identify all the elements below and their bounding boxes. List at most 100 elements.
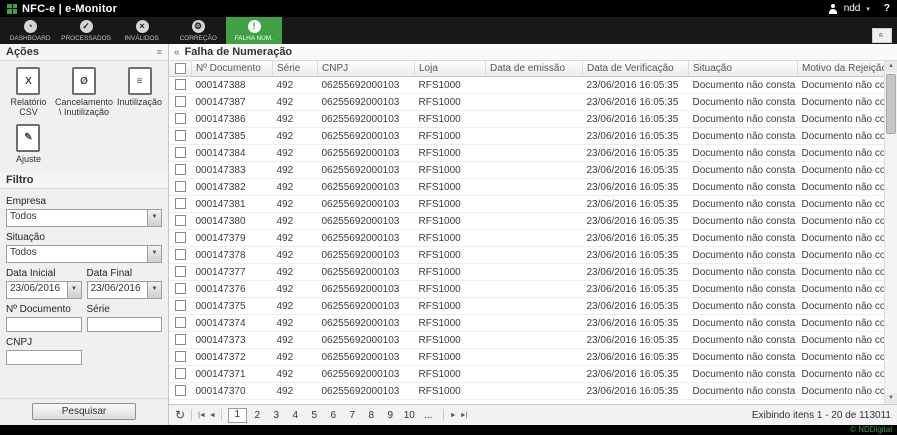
table-cell: Documento não consta na base xyxy=(689,332,798,349)
row-checkbox[interactable] xyxy=(175,368,186,379)
table-row[interactable]: 00014738249206255692000103RFS100023/06/2… xyxy=(169,179,885,196)
table-row[interactable]: 00014737649206255692000103RFS100023/06/2… xyxy=(169,281,885,298)
table-row[interactable]: 00014738649206255692000103RFS100023/06/2… xyxy=(169,111,885,128)
row-checkbox[interactable] xyxy=(175,300,186,311)
next-page-icon[interactable]: ► xyxy=(450,412,456,419)
num-documento-input[interactable] xyxy=(6,317,82,332)
table-cell: 000147379 xyxy=(192,230,273,247)
actions-menu-icon[interactable]: ≡ xyxy=(157,47,162,57)
row-checkbox[interactable] xyxy=(175,164,186,175)
serie-input[interactable] xyxy=(87,317,163,332)
row-checkbox[interactable] xyxy=(175,181,186,192)
table-row[interactable]: 00014737749206255692000103RFS100023/06/2… xyxy=(169,264,885,281)
chevron-down-icon[interactable]: ▾ xyxy=(866,5,870,13)
row-checkbox[interactable] xyxy=(175,385,186,396)
refresh-icon[interactable]: ↻ xyxy=(175,409,185,421)
cnpj-input[interactable] xyxy=(6,350,82,365)
column-header[interactable]: Motivo da Rejeição xyxy=(798,61,885,77)
tab-correcao[interactable]: ⚙CORREÇÃO xyxy=(170,17,226,44)
table-cell xyxy=(486,128,583,145)
page-2[interactable]: 2 xyxy=(249,409,266,422)
row-checkbox[interactable] xyxy=(175,198,186,209)
table-cell: Documento não consta na base xyxy=(798,111,885,128)
table-row[interactable]: 00014737549206255692000103RFS100023/06/2… xyxy=(169,298,885,315)
row-checkbox[interactable] xyxy=(175,334,186,345)
column-header[interactable]: Data de emissão xyxy=(486,61,583,77)
table-row[interactable]: 00014737349206255692000103RFS100023/06/2… xyxy=(169,332,885,349)
table-cell: Documento não consta na base xyxy=(798,196,885,213)
data-inicial-picker[interactable]: 23/06/2016 ▼ xyxy=(6,281,82,299)
tab-invalidos[interactable]: ×INVÁLIDOS xyxy=(114,17,170,44)
page-4[interactable]: 4 xyxy=(287,409,304,422)
vertical-scrollbar[interactable]: ▲ ▼ xyxy=(884,61,897,404)
user-menu[interactable]: ndd xyxy=(844,3,861,14)
row-checkbox[interactable] xyxy=(175,232,186,243)
row-checkbox[interactable] xyxy=(175,79,186,90)
collapse-ribbon-icon[interactable]: « xyxy=(872,28,892,43)
user-icon xyxy=(828,4,838,14)
scrollbar-thumb[interactable] xyxy=(886,74,896,134)
row-checkbox[interactable] xyxy=(175,266,186,277)
page-5[interactable]: 5 xyxy=(306,409,323,422)
row-checkbox[interactable] xyxy=(175,351,186,362)
scroll-down-icon[interactable]: ▼ xyxy=(885,393,897,404)
table-row[interactable]: 00014737849206255692000103RFS100023/06/2… xyxy=(169,247,885,264)
column-header[interactable]: Data de Verificação xyxy=(583,61,689,77)
page-8[interactable]: 8 xyxy=(363,409,380,422)
action-relatorio-csv[interactable]: XRelatório CSV xyxy=(4,67,53,118)
tab-dashboard[interactable]: ◔DASHBOARD xyxy=(2,17,58,44)
row-checkbox[interactable] xyxy=(175,147,186,158)
column-header[interactable]: Série xyxy=(273,61,318,77)
situacao-select[interactable]: Todos ▼ xyxy=(6,245,162,263)
table-cell: 492 xyxy=(273,196,318,213)
column-header[interactable]: CNPJ xyxy=(318,61,415,77)
edit-file-icon: ✎ xyxy=(16,124,40,152)
row-checkbox[interactable] xyxy=(175,317,186,328)
action-inutilizacao[interactable]: ≡Inutilização xyxy=(115,67,164,118)
column-header[interactable]: Loja xyxy=(415,61,486,77)
collapse-panel-icon[interactable]: « xyxy=(174,47,180,58)
table-cell: 06255692000103 xyxy=(318,349,415,366)
empresa-select[interactable]: Todos ▼ xyxy=(6,209,162,227)
table-row[interactable]: 00014738749206255692000103RFS100023/06/2… xyxy=(169,94,885,111)
row-checkbox[interactable] xyxy=(175,249,186,260)
prev-page-icon[interactable]: ◄ xyxy=(209,412,215,419)
data-final-picker[interactable]: 23/06/2016 ▼ xyxy=(87,281,163,299)
tab-label: INVÁLIDOS xyxy=(125,35,159,41)
page-3[interactable]: 3 xyxy=(268,409,285,422)
table-row[interactable]: 00014738149206255692000103RFS100023/06/2… xyxy=(169,196,885,213)
table-row[interactable]: 00014738549206255692000103RFS100023/06/2… xyxy=(169,128,885,145)
table-cell: Documento não consta na base xyxy=(798,366,885,383)
table-row[interactable]: 00014737449206255692000103RFS100023/06/2… xyxy=(169,315,885,332)
scroll-up-icon[interactable]: ▲ xyxy=(885,61,897,72)
page-9[interactable]: 9 xyxy=(382,409,399,422)
action-cancelamento-inutilizacao[interactable]: ØCancelamento \ Inutilização xyxy=(55,67,113,118)
row-checkbox[interactable] xyxy=(175,130,186,141)
table-row[interactable]: 00014737049206255692000103RFS100023/06/2… xyxy=(169,383,885,400)
row-checkbox[interactable] xyxy=(175,113,186,124)
page-7[interactable]: 7 xyxy=(344,409,361,422)
table-row[interactable]: 00014737249206255692000103RFS100023/06/2… xyxy=(169,349,885,366)
row-checkbox[interactable] xyxy=(175,215,186,226)
last-page-icon[interactable]: ►| xyxy=(460,412,467,419)
table-row[interactable]: 00014738849206255692000103RFS100023/06/2… xyxy=(169,77,885,94)
tab-falha-num[interactable]: !FALHA NUM. xyxy=(226,17,282,44)
first-page-icon[interactable]: |◄ xyxy=(198,412,205,419)
action-ajuste[interactable]: ✎Ajuste xyxy=(4,124,53,164)
column-header[interactable]: Nº Documento xyxy=(192,61,273,77)
column-header[interactable]: Situação xyxy=(689,61,798,77)
table-row[interactable]: 00014738049206255692000103RFS100023/06/2… xyxy=(169,213,885,230)
page-1[interactable]: 1 xyxy=(228,408,247,423)
table-row[interactable]: 00014738449206255692000103RFS100023/06/2… xyxy=(169,145,885,162)
tab-processados[interactable]: ✓PROCESSADOS xyxy=(58,17,114,44)
table-row[interactable]: 00014737149206255692000103RFS100023/06/2… xyxy=(169,366,885,383)
page-6[interactable]: 6 xyxy=(325,409,342,422)
select-all-checkbox[interactable] xyxy=(175,63,186,74)
help-button[interactable]: ? xyxy=(884,3,890,14)
row-checkbox[interactable] xyxy=(175,283,186,294)
table-row[interactable]: 00014738349206255692000103RFS100023/06/2… xyxy=(169,162,885,179)
page-10[interactable]: 10 xyxy=(401,409,418,422)
search-button[interactable]: Pesquisar xyxy=(32,403,136,420)
row-checkbox[interactable] xyxy=(175,96,186,107)
table-row[interactable]: 00014737949206255692000103RFS100023/06/2… xyxy=(169,230,885,247)
